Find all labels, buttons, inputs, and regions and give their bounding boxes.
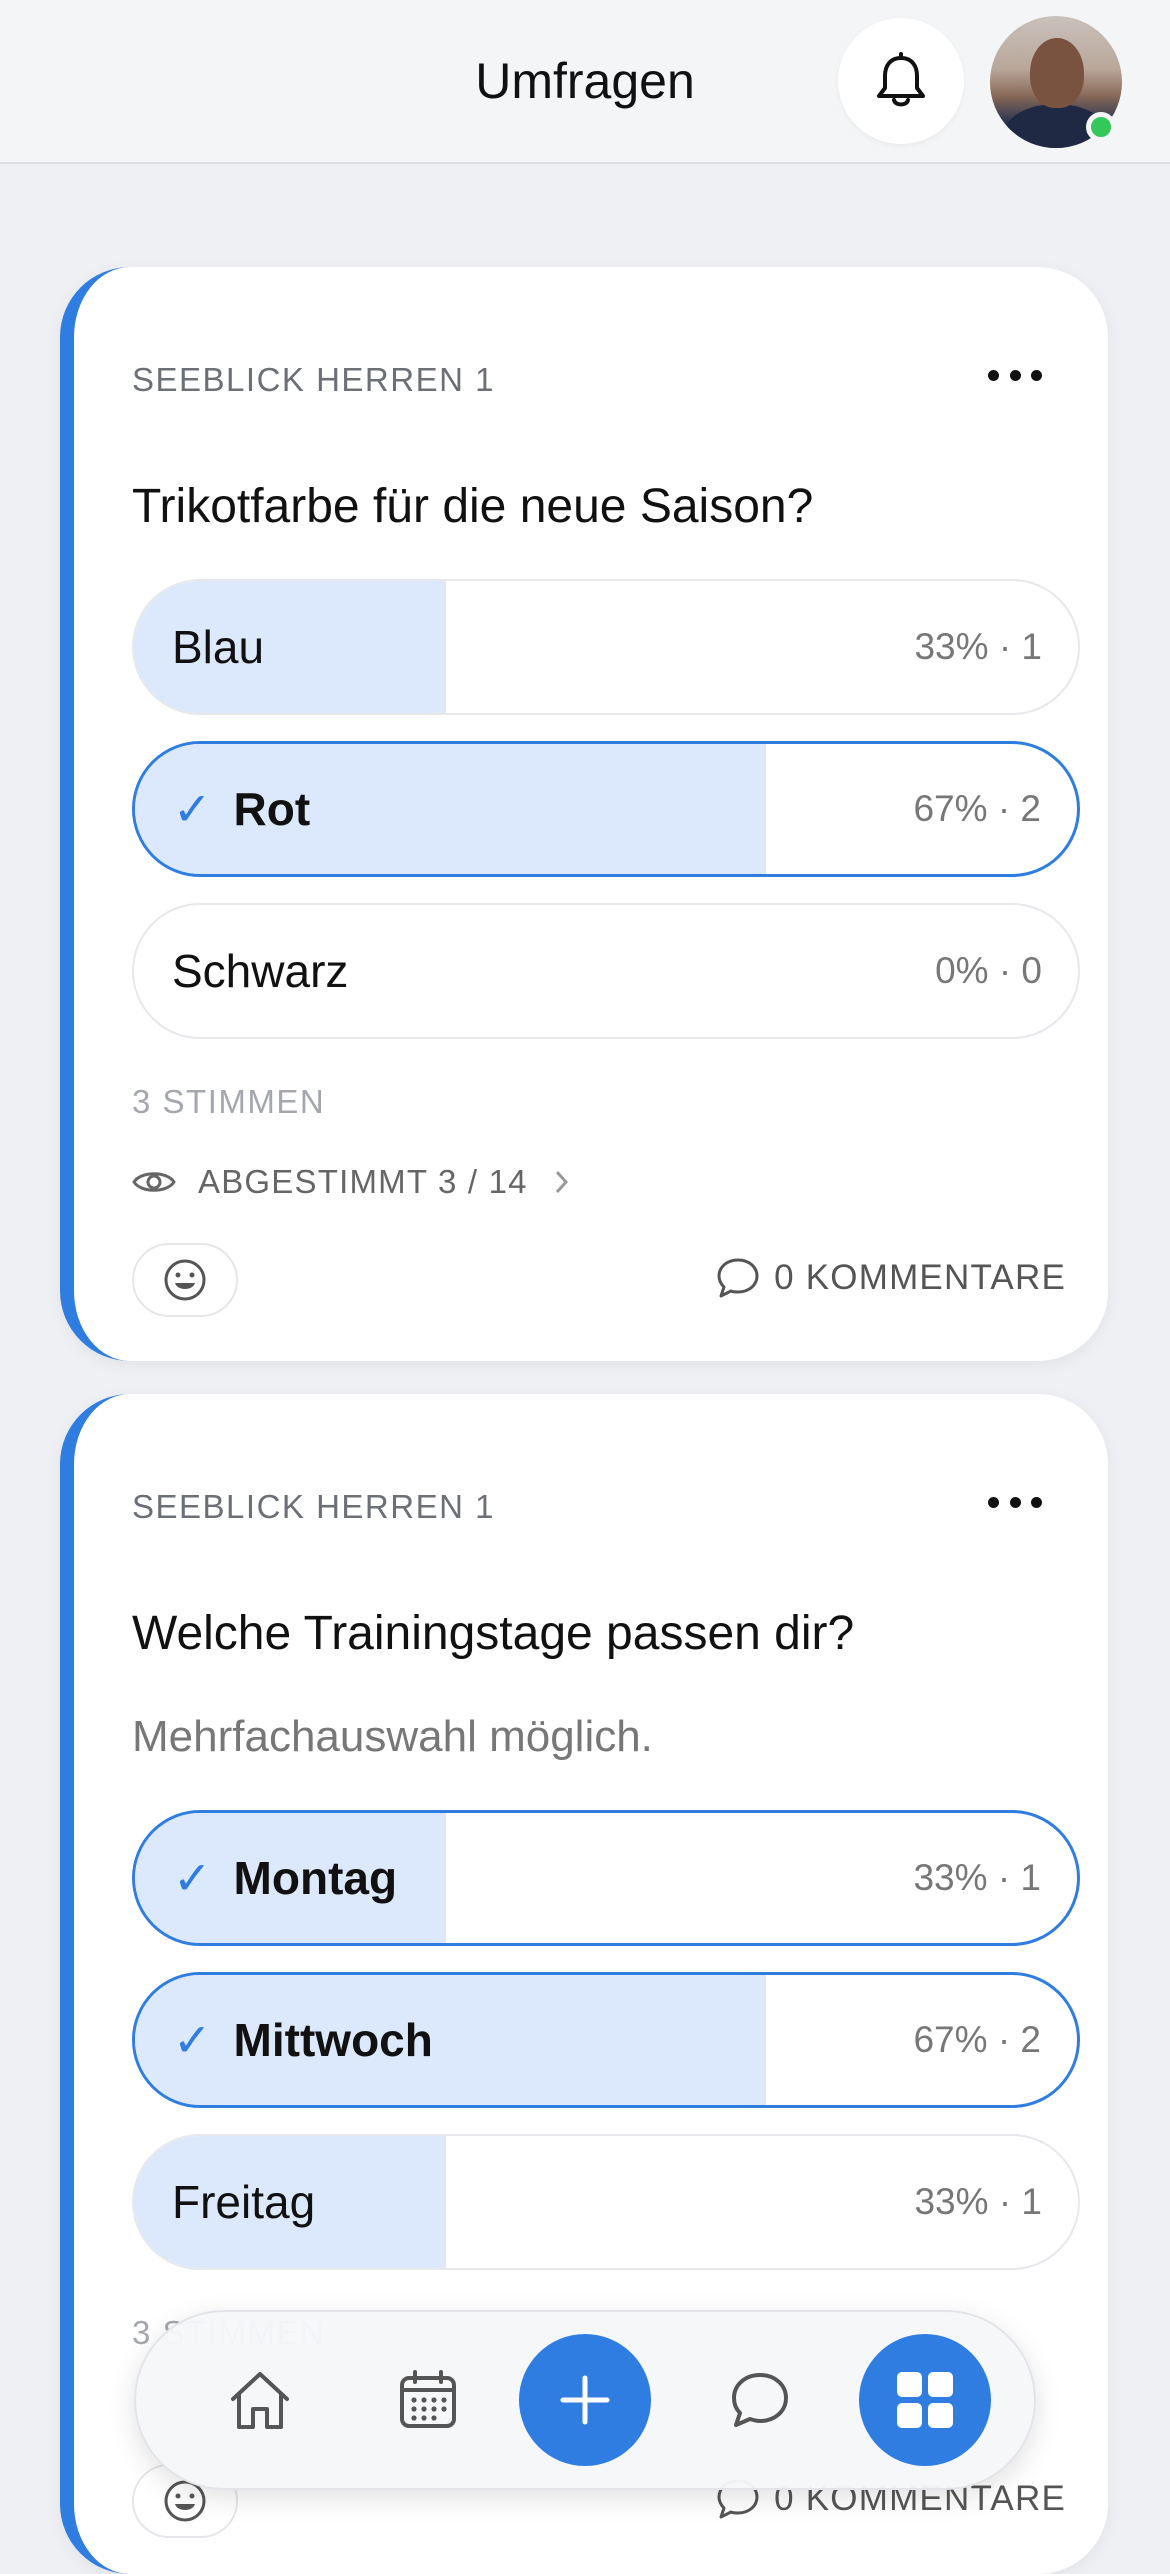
eye-icon [132, 1172, 176, 1192]
team-name: SEEBLICK HERREN 1 [132, 361, 495, 398]
voted-summary-link[interactable]: ABGESTIMMT 3 / 14 [132, 1163, 570, 1201]
create-button-circle [519, 2334, 651, 2466]
more-dot-icon [1009, 369, 1021, 381]
home-icon [231, 2372, 289, 2429]
more-options-button[interactable] [988, 1492, 1042, 1512]
nav-chat-button[interactable] [700, 2312, 820, 2488]
plus-icon [560, 2375, 610, 2425]
nav-apps-button[interactable] [858, 2312, 992, 2488]
poll-question: Welche Trainingstage passen dir? [132, 1607, 855, 1660]
more-dot-icon [988, 1496, 999, 1508]
poll-option-selected[interactable]: ✓ Rot 67% · 2 [132, 741, 1080, 877]
poll-card: SEEBLICK HERREN 1 Trikotfarbe für die ne… [60, 267, 1108, 1361]
option-result: 67% · 2 [913, 788, 1041, 829]
team-name: SEEBLICK HERREN 1 [132, 1488, 495, 1525]
option-result: 67% · 2 [913, 2019, 1041, 2060]
chat-icon [732, 2373, 788, 2427]
grid-icon [897, 2372, 953, 2428]
more-options-button[interactable] [988, 365, 1042, 385]
vote-count: 3 STIMMEN [132, 1083, 326, 1120]
option-label: ✓ Mittwoch [173, 2014, 433, 2066]
option-label: ✓ Montag [173, 1852, 398, 1904]
comment-icon [717, 1258, 759, 1298]
check-icon: ✓ [173, 2014, 212, 2066]
avatar-face [1030, 38, 1084, 108]
more-dot-icon [1031, 1496, 1042, 1508]
poll-option[interactable]: Freitag 33% · 1 [132, 2134, 1080, 2270]
poll-question: Trikotfarbe für die neue Saison? [132, 480, 814, 533]
nav-create-button[interactable] [518, 2312, 652, 2488]
notifications-button[interactable] [838, 18, 964, 144]
poll-option-selected[interactable]: ✓ Montag 33% · 1 [132, 1810, 1080, 1946]
poll-option[interactable]: Blau 33% · 1 [132, 579, 1080, 715]
poll-option-selected[interactable]: ✓ Mittwoch 67% · 2 [132, 1972, 1080, 2108]
calendar-icon [400, 2370, 456, 2428]
nav-calendar-button[interactable] [368, 2312, 488, 2488]
option-result: 33% · 1 [914, 2181, 1042, 2222]
option-result: 33% · 1 [914, 626, 1042, 667]
online-status-dot [1086, 112, 1116, 142]
bottom-navigation [134, 2310, 1036, 2490]
chevron-right-icon [555, 1170, 568, 1194]
option-label: Schwarz [172, 945, 349, 997]
option-label: Blau [172, 621, 265, 673]
poll-option[interactable]: Schwarz 0% · 0 [132, 903, 1080, 1039]
option-result: 33% · 1 [913, 1857, 1041, 1898]
more-dot-icon [1031, 369, 1042, 381]
smiley-icon [164, 1259, 206, 1301]
poll-subtitle: Mehrfachauswahl möglich. [132, 1712, 653, 1761]
bell-icon [877, 52, 925, 107]
apps-button-circle [859, 2334, 991, 2466]
check-icon: ✓ [173, 1852, 212, 1904]
more-dot-icon [1009, 1496, 1021, 1508]
option-label: Freitag [172, 2176, 316, 2228]
add-reaction-button[interactable] [132, 1243, 238, 1317]
check-icon: ✓ [173, 783, 212, 835]
nav-home-button[interactable] [200, 2312, 320, 2488]
option-label: ✓ Rot [173, 783, 311, 835]
comments-link[interactable]: 0 KOMMENTARE [716, 1257, 1066, 1299]
more-dot-icon [988, 369, 999, 381]
app-header: Umfragen [0, 0, 1170, 164]
option-result: 0% · 0 [935, 950, 1042, 991]
